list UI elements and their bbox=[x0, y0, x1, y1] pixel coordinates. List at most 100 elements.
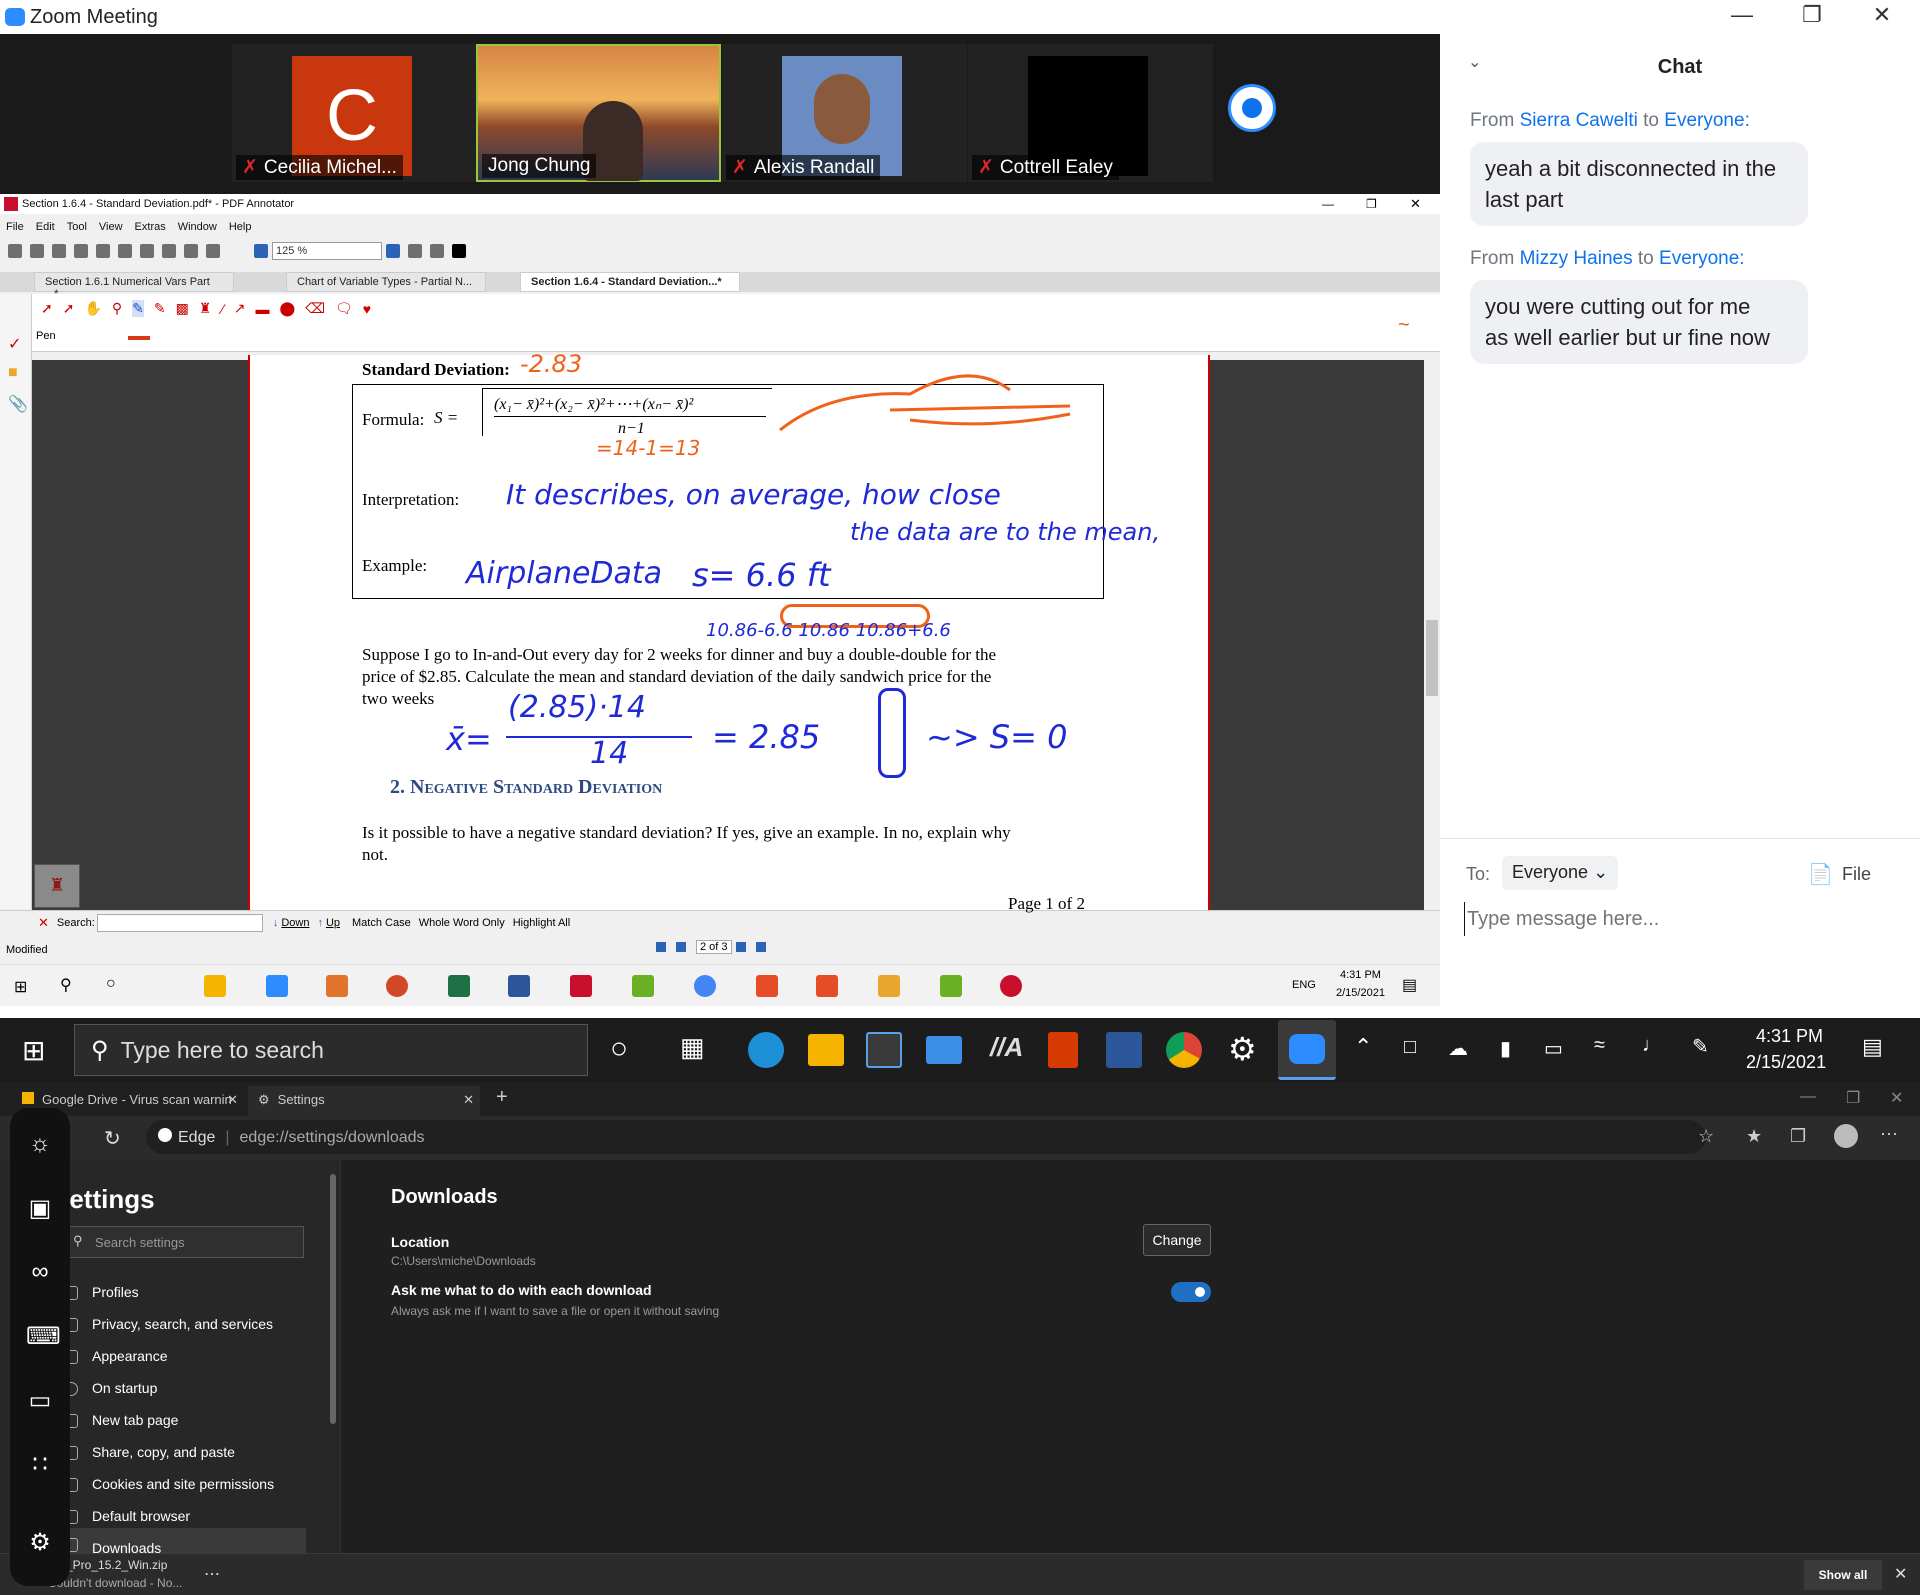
screen-snip-icon[interactable]: ▣ bbox=[26, 1194, 54, 1222]
app-icon[interactable] bbox=[940, 975, 962, 997]
new-tab-icon[interactable]: + bbox=[496, 1086, 508, 1109]
battery-icon[interactable]: ▭ bbox=[1544, 1036, 1563, 1061]
zoom-in-icon[interactable] bbox=[386, 244, 400, 258]
participant-tile[interactable]: ✗ Alexis Randall bbox=[722, 44, 967, 182]
meet-now-icon[interactable]: □ bbox=[1404, 1036, 1416, 1059]
zoom-out-icon[interactable] bbox=[254, 244, 268, 258]
scrollbar-thumb[interactable] bbox=[1426, 620, 1438, 696]
highlight-all-option[interactable]: Highlight All bbox=[513, 917, 570, 929]
stamp-icon[interactable]: ♜ bbox=[199, 300, 212, 317]
chrome-icon[interactable] bbox=[694, 975, 716, 997]
ellipse-icon[interactable]: ⬤ bbox=[280, 300, 296, 317]
app-icon[interactable] bbox=[326, 975, 348, 997]
zoom-level-select[interactable]: 125 % bbox=[272, 242, 382, 260]
address-input[interactable]: Edge | edge://settings/downloads bbox=[146, 1120, 1706, 1154]
ask-download-toggle[interactable] bbox=[1171, 1282, 1211, 1302]
folder-icon[interactable]: ■ bbox=[8, 364, 18, 382]
apps-grid-icon[interactable]: ∷ bbox=[26, 1450, 54, 1478]
windows-start-icon[interactable]: ⊞ bbox=[22, 1034, 45, 1067]
menu-extras[interactable]: Extras bbox=[135, 221, 166, 233]
link-icon[interactable]: ∞ bbox=[26, 1258, 54, 1286]
participant-tile[interactable]: ✗ Cottrell Ealey bbox=[968, 44, 1213, 182]
recipient-name[interactable]: Everyone: bbox=[1659, 248, 1745, 269]
open-icon[interactable] bbox=[30, 244, 44, 258]
pdf-annotator-taskbar-icon[interactable] bbox=[570, 975, 592, 997]
print-icon[interactable] bbox=[74, 244, 88, 258]
chat-message-input[interactable] bbox=[1464, 902, 1894, 936]
wifi-icon[interactable]: ≈ bbox=[1594, 1034, 1605, 1057]
vertical-scrollbar[interactable] bbox=[1424, 354, 1440, 914]
restore-icon[interactable]: ❐ bbox=[1792, 2, 1832, 28]
sidebar-item-cookies[interactable]: Cookies and site permissions bbox=[92, 1476, 274, 1492]
more-options-icon[interactable]: ⋯ bbox=[1880, 1124, 1898, 1145]
file-icon[interactable]: 📄 bbox=[1808, 862, 1833, 887]
action-center-icon[interactable]: ▤ bbox=[1862, 1034, 1883, 1060]
office-icon[interactable] bbox=[1048, 1032, 1078, 1068]
clock-time[interactable]: 4:31 PM bbox=[1756, 1026, 1823, 1047]
search-up-button[interactable]: Up bbox=[326, 917, 340, 929]
menu-edit[interactable]: Edit bbox=[36, 221, 55, 233]
search-input[interactable] bbox=[96, 913, 263, 932]
windows-start-icon[interactable]: ⊞ bbox=[14, 977, 27, 997]
menu-tool[interactable]: Tool bbox=[67, 221, 87, 233]
file-explorer-icon[interactable] bbox=[204, 975, 226, 997]
tab-section-161[interactable]: Section 1.6.1 Numerical Vars Part ...* bbox=[34, 272, 234, 300]
menu-window[interactable]: Window bbox=[178, 221, 217, 233]
redo-icon[interactable] bbox=[184, 244, 198, 258]
sender-name[interactable]: Sierra Cawelti bbox=[1520, 110, 1638, 131]
new-icon[interactable] bbox=[8, 244, 22, 258]
page-indicator[interactable]: 2 of 3 bbox=[696, 940, 732, 954]
sidebar-item-privacy[interactable]: Privacy, search, and services bbox=[92, 1316, 273, 1332]
select-text-icon[interactable]: ➚ bbox=[63, 300, 75, 317]
remote-clock-time[interactable]: 4:31 PM bbox=[1340, 969, 1381, 981]
pan-icon[interactable]: ✋ bbox=[84, 300, 101, 317]
tab-settings[interactable]: ⚙ Settings ✕ bbox=[248, 1086, 480, 1116]
heart-icon[interactable]: ♥ bbox=[363, 301, 371, 317]
word-icon[interactable] bbox=[508, 975, 530, 997]
clock-date[interactable]: 2/15/2021 bbox=[1746, 1052, 1826, 1073]
cut-icon[interactable] bbox=[96, 244, 110, 258]
settings-gear-icon[interactable]: ⚙ bbox=[1228, 1030, 1257, 1068]
arrow-icon[interactable]: ↗ bbox=[234, 300, 246, 317]
line-icon[interactable]: ∕ bbox=[221, 301, 223, 317]
close-search-icon[interactable]: ✕ bbox=[38, 915, 49, 931]
word-icon[interactable] bbox=[1106, 1032, 1142, 1068]
onedrive-icon[interactable]: ☁ bbox=[1448, 1036, 1468, 1061]
app-icon[interactable] bbox=[816, 975, 838, 997]
cortana-icon[interactable]: ○ bbox=[106, 975, 116, 993]
chrome-icon[interactable] bbox=[1166, 1032, 1202, 1068]
file-explorer-icon[interactable] bbox=[808, 1034, 844, 1066]
restore-icon[interactable]: ❐ bbox=[1846, 1088, 1860, 1108]
pen-icon[interactable]: ✎ bbox=[132, 300, 144, 317]
camtasia-icon[interactable] bbox=[632, 975, 654, 997]
tab-section-164[interactable]: Section 1.6.4 - Standard Deviation...* bbox=[520, 272, 740, 292]
last-page-icon[interactable] bbox=[756, 942, 766, 952]
recipient-select[interactable]: Everyone ⌄ bbox=[1502, 856, 1619, 890]
fullscreen-icon[interactable] bbox=[452, 244, 466, 258]
comment-icon[interactable]: 🗨 bbox=[335, 300, 353, 317]
bookmark-icon[interactable]: ✓ bbox=[8, 334, 21, 354]
remote-clock-date[interactable]: 2/15/2021 bbox=[1336, 987, 1385, 999]
add-favorite-icon[interactable]: ☆ bbox=[1698, 1126, 1714, 1147]
app-icon[interactable] bbox=[878, 975, 900, 997]
participant-tile-active[interactable]: Jong Chung bbox=[476, 44, 721, 182]
close-tab-icon[interactable]: ✕ bbox=[227, 1092, 238, 1108]
chevron-up-icon[interactable]: ⌃ bbox=[1354, 1034, 1372, 1060]
rectangle-icon[interactable]: ▬ bbox=[256, 301, 270, 317]
app-icon[interactable] bbox=[1000, 975, 1022, 997]
page-thumbnail[interactable]: ♜ bbox=[34, 864, 80, 908]
chat-message-bubble[interactable]: you were cutting out for me as well earl… bbox=[1470, 280, 1808, 364]
file-button[interactable]: File bbox=[1842, 864, 1871, 885]
taskbar-search-box[interactable]: ⚲ Type here to search bbox=[74, 1024, 588, 1076]
paste-icon[interactable] bbox=[140, 244, 154, 258]
monitor-icon[interactable]: ▭ bbox=[26, 1386, 54, 1414]
settings-gear-icon[interactable]: ⚙ bbox=[26, 1528, 54, 1556]
search-icon[interactable]: ⚲ bbox=[60, 975, 72, 995]
highlighter-icon[interactable]: ✎ bbox=[154, 300, 166, 317]
sidebar-item-appearance[interactable]: Appearance bbox=[92, 1348, 168, 1364]
notification-icon[interactable]: ▤ bbox=[1402, 975, 1417, 995]
keyboard-icon[interactable]: ⌨ bbox=[26, 1322, 61, 1350]
sidebar-item-default-browser[interactable]: Default browser bbox=[92, 1508, 190, 1524]
find-icon[interactable] bbox=[206, 244, 220, 258]
attachment-icon[interactable]: 📎 bbox=[8, 394, 28, 414]
